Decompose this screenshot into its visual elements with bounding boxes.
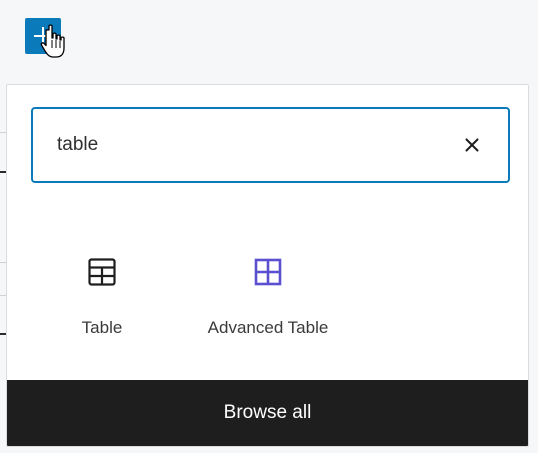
block-inserter-toggle[interactable]	[25, 18, 61, 54]
browse-all-button[interactable]: Browse all	[7, 380, 528, 446]
editor-canvas: Table Advanced Table Browse all	[0, 0, 538, 453]
block-result-label: Advanced Table	[207, 318, 329, 337]
close-icon	[465, 138, 479, 152]
table-icon	[88, 258, 116, 286]
block-search-field[interactable]	[31, 107, 510, 183]
block-search-input[interactable]	[57, 125, 437, 165]
block-result-label: Table	[81, 318, 123, 337]
block-result-table[interactable]: Table	[22, 235, 182, 345]
block-result-advanced-table[interactable]: Advanced Table	[188, 235, 348, 345]
block-inserter-panel: Table Advanced Table Browse all	[6, 84, 529, 447]
browse-all-label: Browse all	[223, 402, 312, 423]
grid-icon	[254, 258, 282, 286]
plus-icon	[34, 27, 52, 45]
block-results-list: Table Advanced Table	[7, 235, 528, 355]
clear-search-button[interactable]	[460, 133, 484, 157]
